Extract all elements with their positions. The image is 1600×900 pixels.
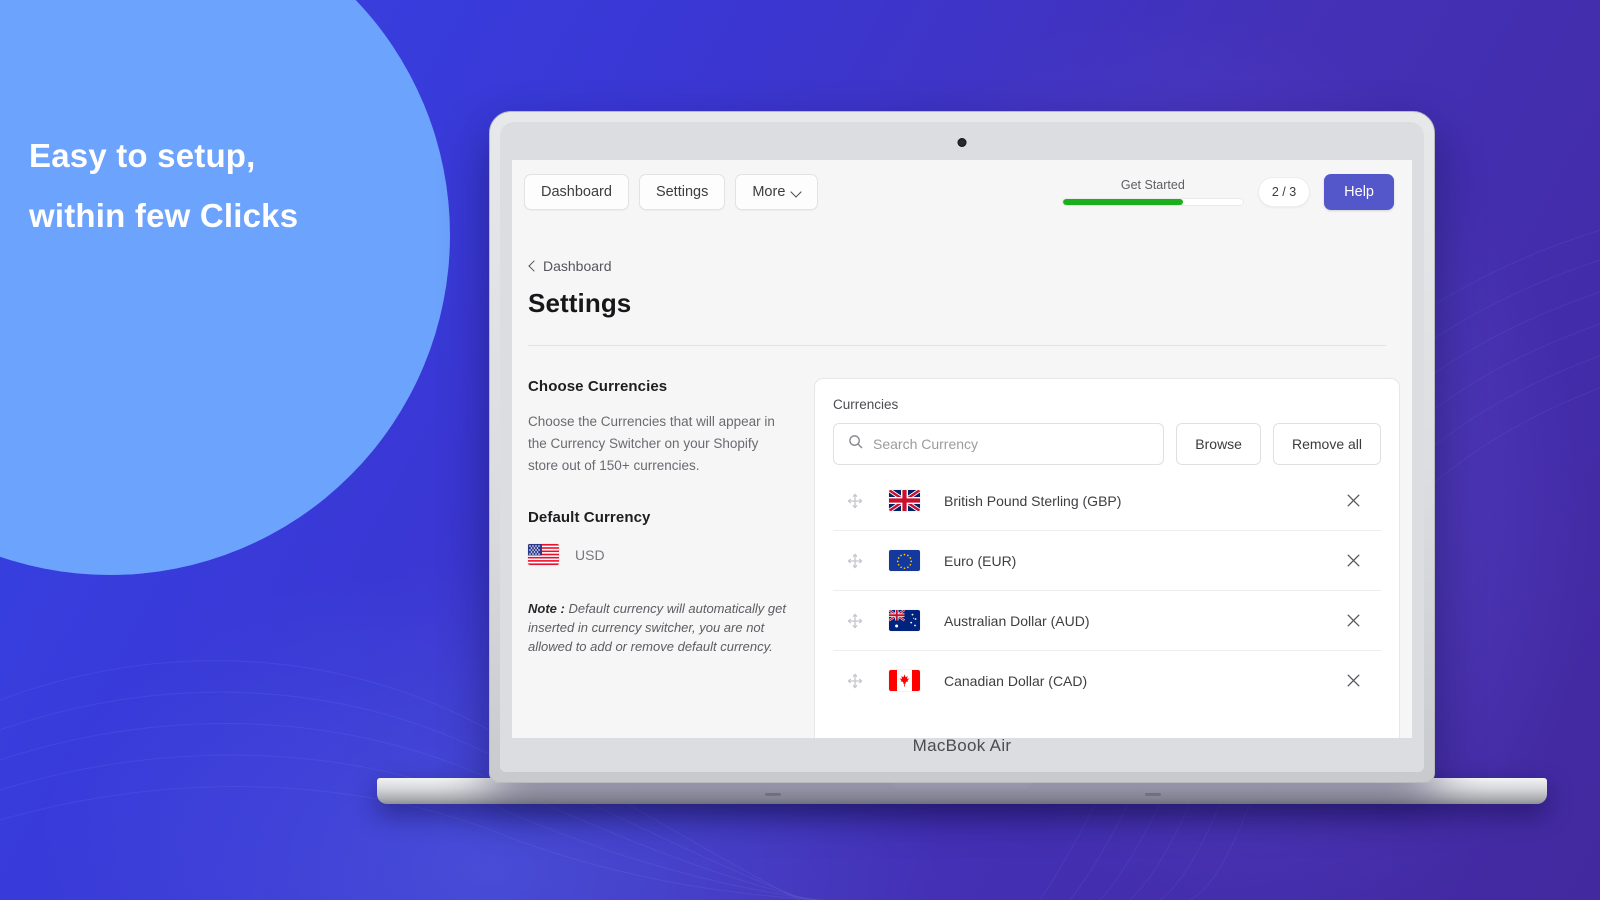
promo-headline: Easy to setup, within few Clicks bbox=[29, 126, 449, 246]
nav-more-label: More bbox=[752, 184, 786, 200]
progress-count-badge: 2 / 3 bbox=[1257, 177, 1311, 207]
currency-list: British Pound Sterling (GBP) Euro (EUR) Au… bbox=[833, 471, 1381, 710]
app-topbar: Dashboard Settings More Get Started 2 / … bbox=[512, 160, 1412, 222]
currencies-card-label: Currencies bbox=[833, 397, 899, 412]
headline-line-2: within few Clicks bbox=[29, 197, 299, 234]
flag-ca-icon bbox=[889, 670, 920, 691]
currency-row[interactable]: Euro (EUR) bbox=[833, 531, 1381, 591]
breadcrumb-label: Dashboard bbox=[543, 258, 612, 274]
headline-line-1: Easy to setup, bbox=[29, 137, 256, 174]
search-icon bbox=[848, 434, 863, 454]
progress-track bbox=[1061, 198, 1244, 206]
default-currency-code: USD bbox=[575, 546, 605, 563]
drag-handle-icon[interactable] bbox=[847, 553, 863, 569]
currency-name: Canadian Dollar (CAD) bbox=[944, 672, 1088, 689]
chevron-down-icon bbox=[792, 188, 801, 197]
nav-button-dashboard[interactable]: Dashboard bbox=[524, 174, 629, 210]
help-button[interactable]: Help bbox=[1324, 174, 1394, 210]
remove-currency-icon[interactable] bbox=[1345, 672, 1363, 690]
nav-button-settings[interactable]: Settings bbox=[638, 174, 726, 210]
currency-name: Euro (EUR) bbox=[944, 552, 1017, 569]
currency-row[interactable]: Australian Dollar (AUD) bbox=[833, 591, 1381, 651]
onboarding-progress: Get Started 2 / 3 Help bbox=[1061, 174, 1394, 210]
currency-name: British Pound Sterling (GBP) bbox=[944, 492, 1122, 509]
drag-handle-icon[interactable] bbox=[847, 493, 863, 509]
drag-handle-icon[interactable] bbox=[847, 673, 863, 689]
note-prefix: Note : bbox=[528, 601, 565, 616]
flag-gb-icon bbox=[889, 490, 920, 511]
choose-currencies-title: Choose Currencies bbox=[528, 378, 668, 395]
remove-all-button[interactable]: Remove all bbox=[1272, 423, 1381, 465]
breadcrumb[interactable]: Dashboard bbox=[528, 258, 1386, 274]
currencies-card: Currencies B bbox=[814, 378, 1400, 738]
laptop-foot-left bbox=[765, 793, 781, 796]
settings-content: Choose Currencies Choose the Currencies … bbox=[512, 346, 1412, 738]
default-currency-note: Note : Default currency will automatical… bbox=[528, 599, 790, 656]
note-text: Default currency will automatically get … bbox=[528, 601, 786, 654]
flag-us-icon bbox=[528, 544, 559, 565]
currency-search-row: Browse Remove all bbox=[833, 423, 1381, 465]
default-currency-title: Default Currency bbox=[528, 509, 651, 526]
search-input[interactable] bbox=[873, 436, 1150, 452]
remove-currency-icon[interactable] bbox=[1345, 492, 1363, 510]
laptop-mockup: Dashboard Settings More Get Started 2 / … bbox=[377, 111, 1547, 804]
flag-au-icon bbox=[889, 610, 920, 631]
device-label: MacBook Air bbox=[912, 736, 1012, 755]
page-title: Settings bbox=[528, 288, 632, 318]
nav-dashboard-label: Dashboard bbox=[541, 184, 612, 200]
webcam-icon bbox=[957, 138, 967, 147]
remove-currency-icon[interactable] bbox=[1345, 552, 1363, 570]
currency-row[interactable]: British Pound Sterling (GBP) bbox=[833, 471, 1381, 531]
left-panel: Choose Currencies Choose the Currencies … bbox=[528, 378, 814, 738]
remove-currency-icon[interactable] bbox=[1345, 612, 1363, 630]
page-header: Dashboard Settings bbox=[512, 222, 1412, 319]
progress-block: Get Started bbox=[1061, 178, 1244, 206]
laptop-lid: Dashboard Settings More Get Started 2 / … bbox=[489, 111, 1435, 783]
laptop-bezel: Dashboard Settings More Get Started 2 / … bbox=[500, 122, 1424, 772]
drag-handle-icon[interactable] bbox=[847, 613, 863, 629]
browse-button[interactable]: Browse bbox=[1176, 423, 1261, 465]
choose-currencies-description: Choose the Currencies that will appear i… bbox=[528, 414, 775, 473]
progress-fill bbox=[1062, 199, 1184, 205]
nav-settings-label: Settings bbox=[655, 184, 709, 200]
promo-background: Easy to setup, within few Clicks Dashboa… bbox=[0, 0, 1600, 900]
flag-eu-icon bbox=[889, 550, 920, 571]
app-screen: Dashboard Settings More Get Started 2 / … bbox=[512, 160, 1412, 738]
search-box[interactable] bbox=[833, 423, 1165, 465]
laptop-foot-right bbox=[1145, 793, 1161, 796]
currency-name: Australian Dollar (AUD) bbox=[944, 612, 1090, 629]
chevron-left-icon bbox=[528, 262, 536, 270]
nav-button-more[interactable]: More bbox=[735, 174, 819, 210]
currency-row[interactable]: Canadian Dollar (CAD) bbox=[833, 651, 1381, 710]
default-currency-row: USD bbox=[528, 544, 790, 565]
progress-label: Get Started bbox=[1120, 178, 1185, 192]
